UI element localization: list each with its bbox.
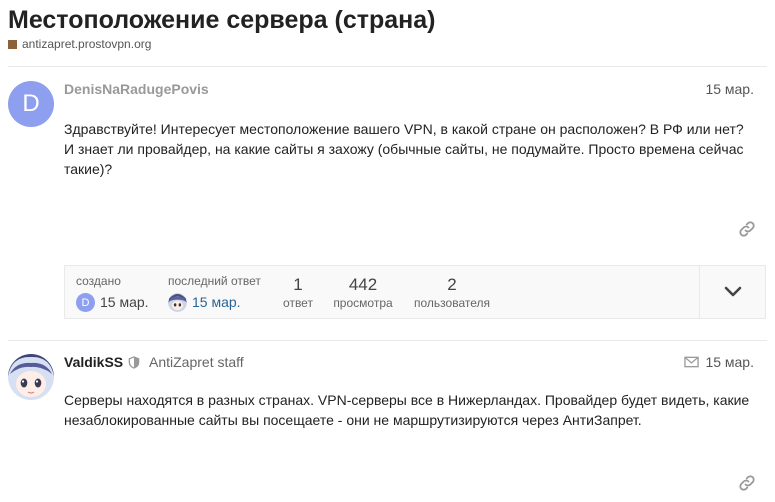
last-reply-date[interactable]: 15 мар. xyxy=(192,294,241,310)
post-username[interactable]: DenisNaRadugePovis xyxy=(64,81,209,97)
post-body-line: И знает ли провайдер, на какие сайты я з… xyxy=(64,141,744,157)
users-label: пользователя xyxy=(414,296,490,310)
created-label: создано xyxy=(76,274,121,288)
views-label: просмотра xyxy=(333,296,393,310)
users-count: 2 xyxy=(447,275,457,294)
topic-title[interactable]: Местоположение сервера (страна) xyxy=(8,6,435,35)
divider xyxy=(8,66,767,67)
expand-topic-map-button[interactable] xyxy=(699,266,766,318)
created-avatar[interactable]: D xyxy=(76,293,95,312)
category-badge[interactable]: antizapret.prostovpn.org xyxy=(8,37,151,51)
post-body-line: Здравствуйте! Интересует местоположение … xyxy=(64,121,744,137)
category-name: antizapret.prostovpn.org xyxy=(22,37,152,51)
divider xyxy=(8,340,767,341)
category-color-square xyxy=(8,39,17,49)
post-date[interactable]: 15 мар. xyxy=(705,81,754,97)
post-body-line: незаблокированные сайты вы посещаете - о… xyxy=(64,412,642,428)
avatar[interactable]: D xyxy=(8,81,54,127)
replies-label: ответ xyxy=(283,296,313,310)
avatar[interactable] xyxy=(8,354,54,400)
post-body-line: такие)? xyxy=(64,161,113,177)
last-reply-label: последний ответ xyxy=(168,274,261,288)
post-body: Здравствуйте! Интересует местоположение … xyxy=(64,119,764,179)
post-username[interactable]: ValdikSS xyxy=(64,354,123,370)
post-date[interactable]: 15 мар. xyxy=(705,354,754,370)
created-avatar-letter: D xyxy=(81,296,90,309)
user-title: AntiZapret staff xyxy=(149,354,244,370)
avatar-letter: D xyxy=(22,90,40,117)
views-count: 442 xyxy=(348,275,378,294)
post-body: Серверы находятся в разных странах. VPN-… xyxy=(64,390,764,430)
link-icon[interactable] xyxy=(738,220,756,238)
replies-count: 1 xyxy=(293,275,303,294)
topic-map: создано D 15 мар. последний ответ 15 мар… xyxy=(64,265,766,319)
shield-icon xyxy=(128,356,140,369)
chevron-down-icon xyxy=(724,286,742,297)
created-date[interactable]: 15 мар. xyxy=(100,294,149,310)
post-body-line: Серверы находятся в разных странах. VPN-… xyxy=(64,392,750,408)
last-reply-avatar[interactable] xyxy=(168,293,187,312)
envelope-icon[interactable] xyxy=(684,356,699,368)
link-icon[interactable] xyxy=(738,474,756,492)
